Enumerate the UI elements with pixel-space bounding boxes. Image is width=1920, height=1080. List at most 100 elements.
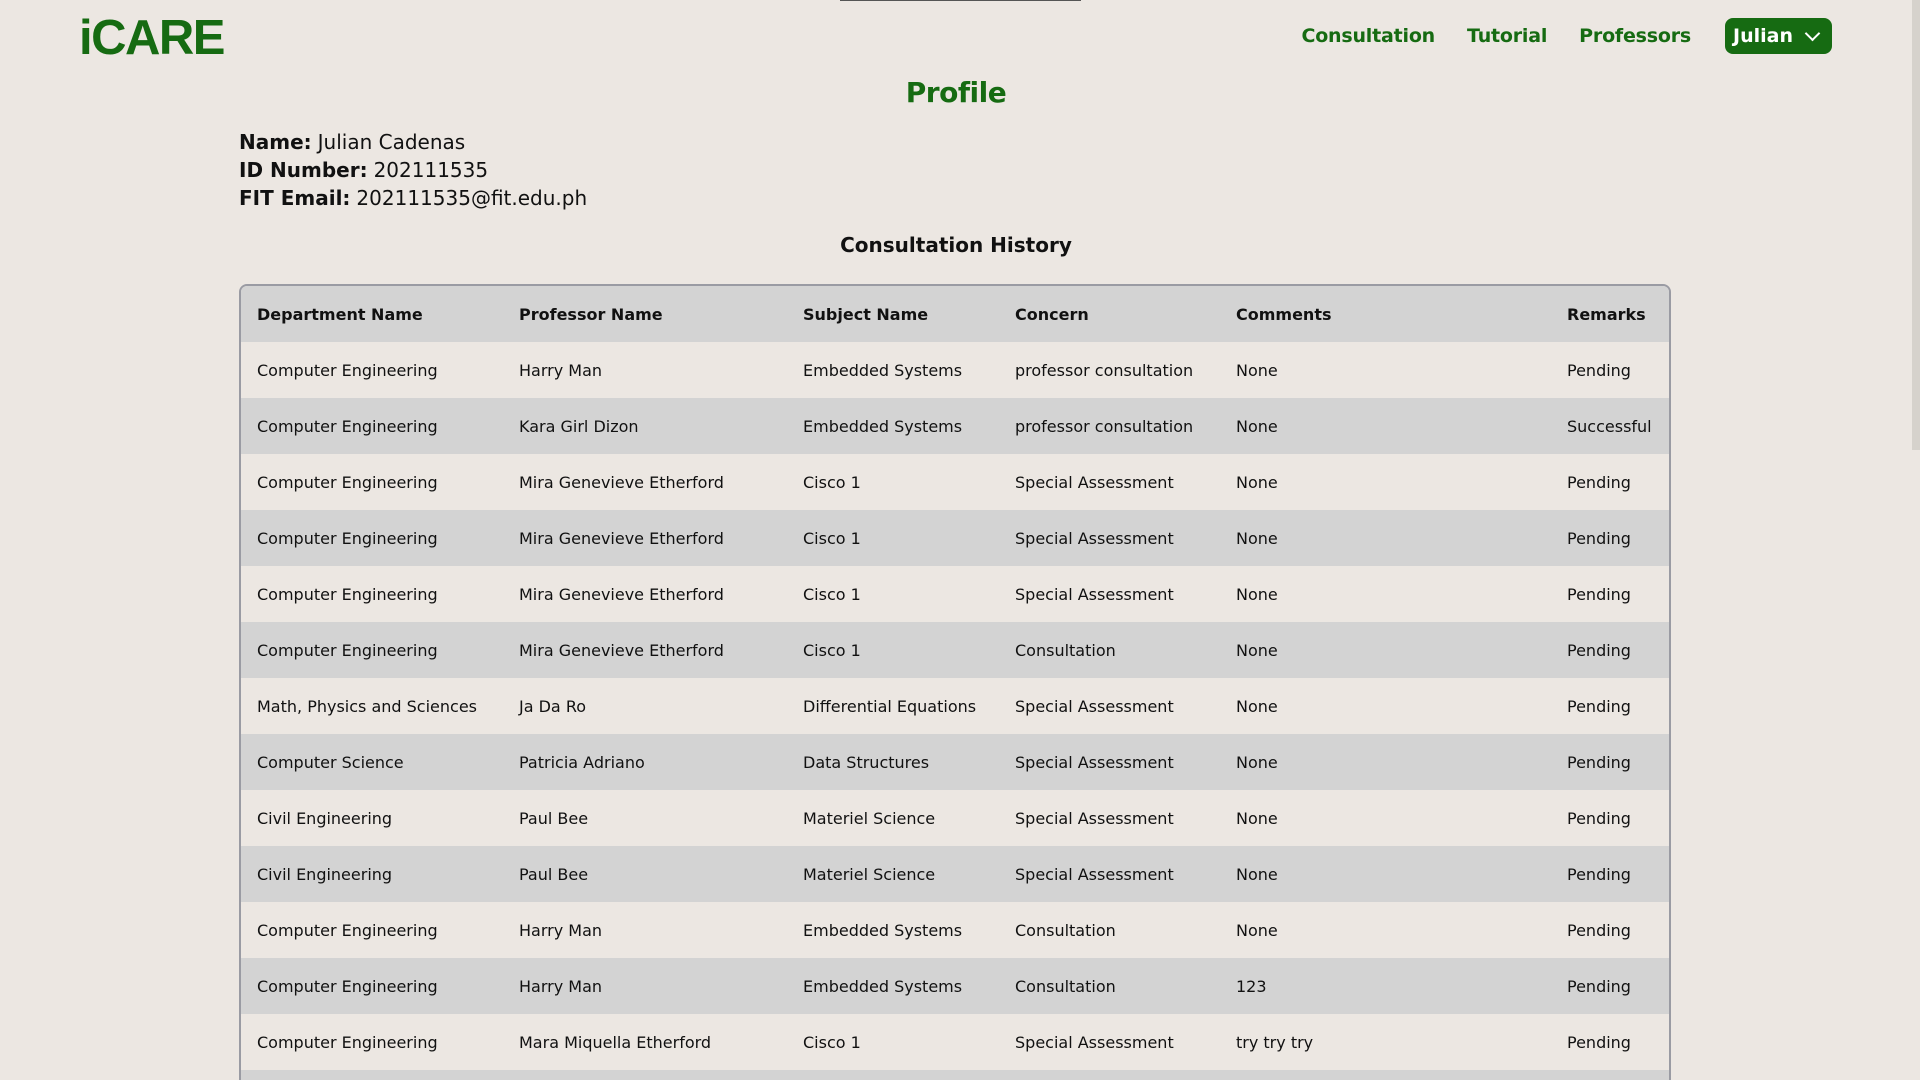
table-cell: None bbox=[1220, 790, 1551, 846]
id-label: ID Number: bbox=[239, 158, 368, 182]
table-header-row: Department Name Professor Name Subject N… bbox=[241, 286, 1669, 342]
table-cell: Mira Genevieve Etherford bbox=[503, 510, 787, 566]
table-cell: Pending bbox=[1551, 734, 1669, 790]
table-cell: Special Assessment bbox=[999, 678, 1220, 734]
table-cell: Computer Engineering bbox=[241, 566, 503, 622]
table-cell: Computer Engineering bbox=[241, 454, 503, 510]
table-cell: Pending bbox=[1551, 622, 1669, 678]
table-row: Computer Science Patricia Adriano Data Str… bbox=[241, 734, 1669, 790]
name-row: Name: Julian Cadenas bbox=[239, 128, 587, 156]
table-cell bbox=[787, 1070, 999, 1080]
nav-tutorial[interactable]: Tutorial bbox=[1467, 25, 1547, 47]
table-cell: Special Assessment bbox=[999, 454, 1220, 510]
table-cell: Computer Engineering bbox=[241, 902, 503, 958]
table-cell: Pending bbox=[1551, 678, 1669, 734]
table-cell bbox=[1551, 1070, 1669, 1080]
history-table-container: Department Name Professor Name Subject N… bbox=[239, 284, 1671, 1080]
page: iCARE Consultation Tutorial Professors J… bbox=[0, 0, 1920, 1080]
table-cell: Special Assessment bbox=[999, 790, 1220, 846]
col-concern: Concern bbox=[999, 286, 1220, 342]
table-cell: None bbox=[1220, 510, 1551, 566]
col-comments: Comments bbox=[1220, 286, 1551, 342]
history-table: Department Name Professor Name Subject N… bbox=[241, 286, 1669, 1080]
table-cell: None bbox=[1220, 902, 1551, 958]
table-cell: Data Structures bbox=[787, 734, 999, 790]
user-menu-button[interactable]: Julian bbox=[1725, 18, 1832, 54]
table-cell: Pending bbox=[1551, 566, 1669, 622]
table-cell: Cisco 1 bbox=[787, 622, 999, 678]
top-divider bbox=[840, 0, 1081, 1]
table-cell: None bbox=[1220, 566, 1551, 622]
table-cell: None bbox=[1220, 846, 1551, 902]
table-row: Computer Engineering Harry Man Embedded Sy… bbox=[241, 902, 1669, 958]
table-row: Math, Physics and Sciences Ja Da Ro Differ… bbox=[241, 678, 1669, 734]
table-cell bbox=[999, 1070, 1220, 1080]
table-cell: Special Assessment bbox=[999, 846, 1220, 902]
table-cell: Cisco 1 bbox=[787, 1014, 999, 1070]
table-cell: Cisco 1 bbox=[787, 510, 999, 566]
table-cell: Materiel Science bbox=[787, 846, 999, 902]
table-cell: None bbox=[1220, 454, 1551, 510]
table-cell: Pending bbox=[1551, 342, 1669, 398]
nav-consultation[interactable]: Consultation bbox=[1301, 25, 1435, 47]
page-title: Profile bbox=[905, 76, 1007, 109]
table-cell: None bbox=[1220, 398, 1551, 454]
page-scrollbar[interactable] bbox=[1912, 0, 1920, 450]
col-department: Department Name bbox=[241, 286, 503, 342]
table-cell bbox=[241, 1070, 503, 1080]
table-cell: Computer Engineering bbox=[241, 958, 503, 1014]
table-cell: Computer Engineering bbox=[241, 398, 503, 454]
table-cell bbox=[503, 1070, 787, 1080]
table-row: Civil Engineering Paul Bee Materiel Scienc… bbox=[241, 846, 1669, 902]
table-row: Civil Engineering Paul Bee Materiel Scienc… bbox=[241, 790, 1669, 846]
table-cell: Materiel Science bbox=[787, 790, 999, 846]
table-cell: Embedded Systems bbox=[787, 398, 999, 454]
table-cell: Special Assessment bbox=[999, 566, 1220, 622]
table-cell: Computer Science bbox=[241, 734, 503, 790]
col-professor: Professor Name bbox=[503, 286, 787, 342]
main-nav: Consultation Tutorial Professors Julian bbox=[1301, 18, 1832, 54]
name-label: Name: bbox=[239, 130, 312, 154]
table-row bbox=[241, 1070, 1669, 1080]
user-name: Julian bbox=[1733, 25, 1793, 47]
id-row: ID Number: 202111535 bbox=[239, 156, 587, 184]
history-title: Consultation History bbox=[840, 233, 1072, 257]
table-cell: Computer Engineering bbox=[241, 510, 503, 566]
table-cell: Computer Engineering bbox=[241, 622, 503, 678]
table-cell: professor consultation bbox=[999, 342, 1220, 398]
table-cell: Consultation bbox=[999, 902, 1220, 958]
table-row: Computer Engineering Mara Miquella Etherf… bbox=[241, 1014, 1669, 1070]
name-value: Julian Cadenas bbox=[317, 130, 466, 154]
table-cell: Paul Bee bbox=[503, 790, 787, 846]
table-cell: Pending bbox=[1551, 902, 1669, 958]
table-cell: Computer Engineering bbox=[241, 342, 503, 398]
email-value: 202111535@fit.edu.ph bbox=[356, 186, 588, 210]
table-cell: Paul Bee bbox=[503, 846, 787, 902]
chevron-down-icon bbox=[1804, 25, 1821, 41]
table-cell: Mara Miquella Etherford bbox=[503, 1014, 787, 1070]
table-row: Computer Engineering Mira Genevieve Ether… bbox=[241, 454, 1669, 510]
table-cell: Pending bbox=[1551, 958, 1669, 1014]
table-cell: Special Assessment bbox=[999, 1014, 1220, 1070]
table-cell: Harry Man bbox=[503, 342, 787, 398]
table-cell: Kara Girl Dizon bbox=[503, 398, 787, 454]
table-cell: Math, Physics and Sciences bbox=[241, 678, 503, 734]
table-cell: Civil Engineering bbox=[241, 790, 503, 846]
table-cell: Pending bbox=[1551, 790, 1669, 846]
table-cell: None bbox=[1220, 678, 1551, 734]
table-cell: Consultation bbox=[999, 622, 1220, 678]
nav-professors[interactable]: Professors bbox=[1579, 25, 1691, 47]
email-row: FIT Email: 202111535@fit.edu.ph bbox=[239, 184, 587, 212]
table-cell: Embedded Systems bbox=[787, 342, 999, 398]
table-cell: Pending bbox=[1551, 454, 1669, 510]
table-cell: 123 bbox=[1220, 958, 1551, 1014]
table-cell: Embedded Systems bbox=[787, 958, 999, 1014]
logo[interactable]: iCARE bbox=[79, 10, 225, 66]
table-cell: professor consultation bbox=[999, 398, 1220, 454]
table-cell: Harry Man bbox=[503, 902, 787, 958]
email-label: FIT Email: bbox=[239, 186, 351, 210]
profile-info: Name: Julian Cadenas ID Number: 202111535 … bbox=[239, 128, 587, 212]
table-cell: Mira Genevieve Etherford bbox=[503, 566, 787, 622]
col-subject: Subject Name bbox=[787, 286, 999, 342]
table-cell: Embedded Systems bbox=[787, 902, 999, 958]
